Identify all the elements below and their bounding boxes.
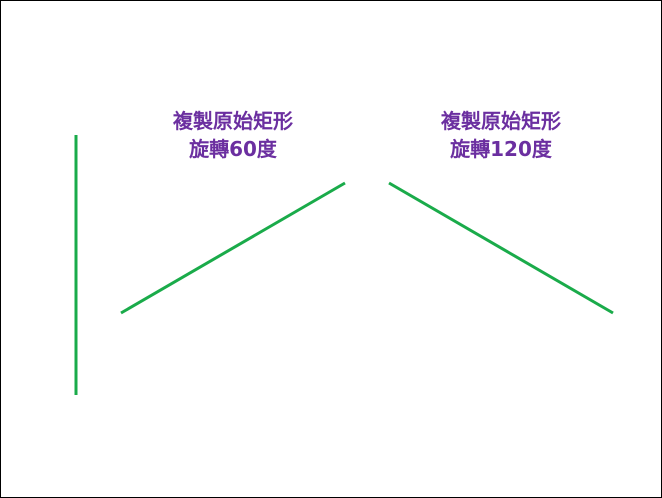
- rotated-120-line: [388, 181, 614, 315]
- rotated-60-line: [120, 181, 346, 315]
- rotate-120-label-line2: 旋轉120度: [450, 137, 552, 161]
- rotate-60-label-line1: 複製原始矩形: [173, 109, 293, 133]
- rotate-60-label-line2: 旋轉60度: [189, 137, 277, 161]
- rotate-60-label: 複製原始矩形 旋轉60度: [143, 107, 323, 163]
- rotate-120-label: 複製原始矩形 旋轉120度: [411, 107, 591, 163]
- rotate-120-label-line1: 複製原始矩形: [441, 109, 561, 133]
- diagram-canvas: [74, 135, 614, 395]
